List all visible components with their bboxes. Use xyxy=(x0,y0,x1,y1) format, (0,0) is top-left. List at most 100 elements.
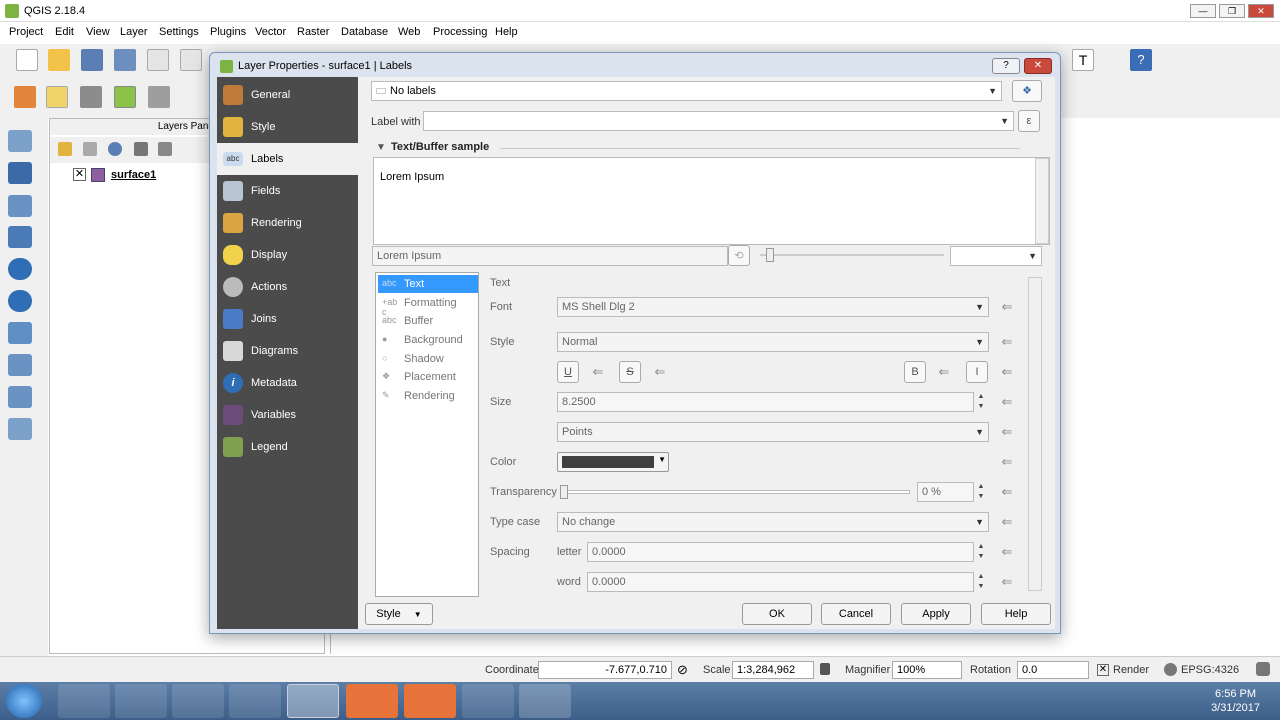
cancel-button[interactable]: Cancel xyxy=(821,603,891,625)
preview-scale-slider[interactable] xyxy=(760,248,944,262)
messages-icon[interactable] xyxy=(1256,662,1270,676)
tree-item-text[interactable]: abc Text xyxy=(378,275,478,293)
add-delimited-text-icon[interactable] xyxy=(8,195,32,217)
style-button[interactable]: Style ▼ xyxy=(365,603,433,625)
menu-layer[interactable]: Layer xyxy=(120,26,148,38)
sidebar-item-general[interactable]: General xyxy=(217,79,358,111)
data-defined-override-icon[interactable]: ⇐ xyxy=(998,574,1016,590)
chrome-icon[interactable] xyxy=(172,684,224,718)
crs-label[interactable]: EPSG:4326 xyxy=(1181,664,1239,676)
font-style-select[interactable]: Normal ▼ xyxy=(557,332,989,352)
sidebar-item-diagrams[interactable]: Diagrams xyxy=(217,335,358,367)
extents-toggle-icon[interactable]: ⊘ xyxy=(677,662,688,678)
data-defined-override-icon[interactable]: ⇐ xyxy=(998,454,1016,470)
data-defined-override-icon[interactable]: ⇐ xyxy=(998,394,1016,410)
add-vector-layer-icon[interactable] xyxy=(8,130,32,152)
underline-button[interactable]: U xyxy=(557,361,579,383)
add-feature-icon[interactable] xyxy=(114,86,136,108)
data-defined-override-icon[interactable]: ⇐ xyxy=(651,364,669,380)
filter-expression-icon[interactable] xyxy=(158,142,172,156)
sidebar-item-fields[interactable]: Fields xyxy=(217,175,358,207)
window-task-icon[interactable] xyxy=(462,684,514,718)
rotation-field[interactable]: 0.0 xyxy=(1017,661,1089,679)
type-case-select[interactable]: No change ▼ xyxy=(557,512,989,532)
font-select[interactable]: MS Shell Dlg 2 ▼ xyxy=(557,297,989,317)
close-button[interactable]: ✕ xyxy=(1248,4,1274,18)
style-manager-icon[interactable] xyxy=(58,142,72,156)
taskbar-clock[interactable]: 6:56 PM 3/31/2017 xyxy=(1211,687,1260,715)
render-checkbox[interactable]: ✕ xyxy=(1097,664,1109,676)
size-spinner[interactable]: ▲ ▼ xyxy=(974,392,988,412)
tree-item-background[interactable]: ● Background xyxy=(378,331,478,349)
italic-button[interactable]: I xyxy=(966,361,988,383)
add-group-icon[interactable] xyxy=(83,142,97,156)
coordinate-field[interactable]: -7.677,0.710 xyxy=(538,661,672,679)
data-defined-override-icon[interactable]: ⇐ xyxy=(998,424,1016,440)
tree-item-formatting[interactable]: +ab c Formatting xyxy=(378,294,478,317)
toggle-editing-icon[interactable] xyxy=(46,86,68,108)
slider-handle[interactable] xyxy=(766,248,774,262)
add-layer-icon[interactable] xyxy=(8,418,32,440)
data-defined-override-icon[interactable]: ⇐ xyxy=(998,484,1016,500)
menu-vector[interactable]: Vector xyxy=(255,26,286,38)
add-spatialite-icon[interactable] xyxy=(8,226,32,248)
transparency-slider[interactable] xyxy=(560,485,910,499)
save-project-icon[interactable] xyxy=(81,49,103,71)
size-input[interactable]: 8.2500 xyxy=(557,392,974,412)
word-spacing-input[interactable]: 0.0000 xyxy=(587,572,974,592)
sidebar-item-rendering[interactable]: Rendering xyxy=(217,207,358,239)
letter-spacing-input[interactable]: 0.0000 xyxy=(587,542,974,562)
file-explorer-icon[interactable] xyxy=(115,684,167,718)
screenshot-tool-icon[interactable] xyxy=(404,684,456,718)
menu-plugins[interactable]: Plugins xyxy=(210,26,246,38)
help-button[interactable]: Help xyxy=(981,603,1051,625)
menu-database[interactable]: Database xyxy=(341,26,388,38)
transparency-spinner[interactable]: ▲ ▼ xyxy=(974,482,988,502)
add-raster-layer-icon[interactable] xyxy=(8,162,32,184)
screen-recorder-icon[interactable] xyxy=(346,684,398,718)
digitize-icon[interactable] xyxy=(14,86,36,108)
node-tool-icon[interactable] xyxy=(148,86,170,108)
sidebar-item-joins[interactable]: Joins xyxy=(217,303,358,335)
new-project-icon[interactable] xyxy=(16,49,38,71)
menu-processing[interactable]: Processing xyxy=(433,26,487,38)
restore-button[interactable]: ❐ xyxy=(1219,4,1245,18)
menu-help[interactable]: Help xyxy=(495,26,518,38)
preview-scrollbar[interactable] xyxy=(1035,158,1049,244)
sidebar-item-labels[interactable]: abc Labels xyxy=(217,143,358,175)
rule-based-labels-button[interactable]: ❖ xyxy=(1012,80,1042,102)
dialog-help-button[interactable]: ? xyxy=(992,58,1020,74)
internet-explorer-icon[interactable] xyxy=(58,684,110,718)
scale-field[interactable]: 1:3,284,962 xyxy=(732,661,814,679)
new-shapefile-icon[interactable] xyxy=(8,354,32,376)
strikeout-button[interactable]: S xyxy=(619,361,641,383)
tree-item-placement[interactable]: ❖ Placement xyxy=(378,368,478,386)
menu-settings[interactable]: Settings xyxy=(159,26,199,38)
sidebar-item-metadata[interactable]: i Metadata xyxy=(217,367,358,399)
media-player-icon[interactable] xyxy=(229,684,281,718)
menu-raster[interactable]: Raster xyxy=(297,26,329,38)
data-defined-override-icon[interactable]: ⇐ xyxy=(998,514,1016,530)
reset-sample-icon[interactable]: ⟲ xyxy=(728,245,750,266)
color-button[interactable]: ▼ xyxy=(557,452,669,472)
data-defined-override-icon[interactable]: ⇐ xyxy=(998,299,1016,315)
menu-web[interactable]: Web xyxy=(398,26,420,38)
help-icon[interactable]: ? xyxy=(1130,49,1152,71)
data-defined-override-icon[interactable]: ⇐ xyxy=(998,364,1016,380)
transparency-input[interactable]: 0 % xyxy=(917,482,974,502)
tree-item-shadow[interactable]: ○ Shadow xyxy=(378,350,478,368)
filter-legend-icon[interactable] xyxy=(134,142,148,156)
tree-item-rendering[interactable]: ✎ Rendering xyxy=(378,387,478,405)
settings-scrollbar[interactable] xyxy=(1028,277,1042,591)
collapse-arrow-icon[interactable]: ▼ xyxy=(376,142,386,153)
crs-globe-icon[interactable] xyxy=(1164,663,1177,676)
save-as-icon[interactable] xyxy=(114,49,136,71)
tree-item-buffer[interactable]: abc Buffer xyxy=(378,312,478,330)
layer-visibility-checkbox[interactable]: ✕ xyxy=(73,168,86,181)
menu-project[interactable]: Project xyxy=(9,26,43,38)
new-print-composer-icon[interactable] xyxy=(147,49,169,71)
bold-button[interactable]: B xyxy=(904,361,926,383)
sidebar-item-legend[interactable]: Legend xyxy=(217,431,358,463)
magnifier-field[interactable]: 100% xyxy=(892,661,962,679)
add-wcs-icon[interactable] xyxy=(8,322,32,344)
